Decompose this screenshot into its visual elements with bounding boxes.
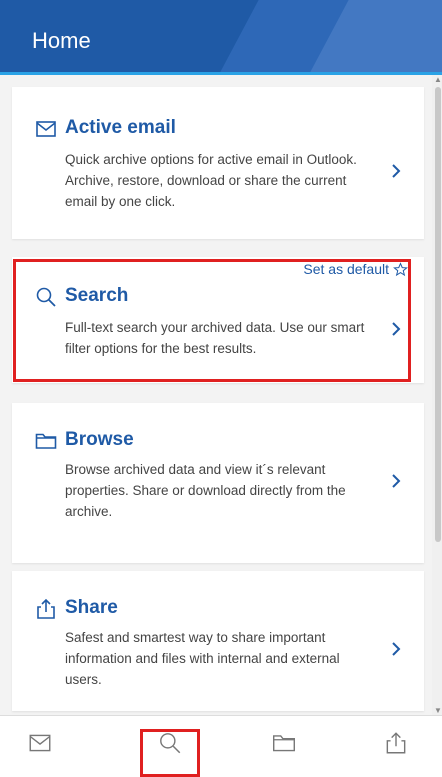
- card-description: Quick archive options for active email i…: [65, 152, 357, 209]
- envelope-icon: [29, 734, 51, 752]
- chevron-right-icon[interactable]: [388, 641, 404, 657]
- envelope-icon: [36, 121, 56, 137]
- page-title: Home: [32, 28, 91, 53]
- folder-icon: [35, 433, 57, 449]
- nav-search-highlight: [140, 729, 200, 777]
- scrollbar[interactable]: ▲ ▼: [432, 75, 442, 715]
- browse-card[interactable]: Browse Browse archived data and view it´…: [12, 403, 424, 563]
- bottom-navigation: [0, 715, 442, 777]
- card-title: Browse: [65, 429, 134, 450]
- share-card[interactable]: Share Safest and smartest way to share i…: [12, 571, 424, 711]
- folder-icon: [273, 735, 295, 752]
- chevron-right-icon[interactable]: [388, 473, 404, 489]
- home-content: Active email Quick archive options for a…: [0, 75, 432, 715]
- card-title: Share: [65, 597, 118, 618]
- nav-email-button[interactable]: [12, 730, 68, 776]
- card-description: Browse archived data and view it´s relev…: [65, 462, 346, 519]
- chevron-right-icon[interactable]: [388, 163, 404, 179]
- search-card-highlight: [13, 259, 411, 382]
- share-icon: [386, 732, 406, 754]
- app-header: Home: [0, 0, 442, 72]
- card-description: Safest and smartest way to share importa…: [65, 630, 340, 687]
- scrollbar-thumb[interactable]: [435, 87, 441, 542]
- share-icon: [37, 598, 55, 619]
- card-title: Active email: [65, 117, 176, 138]
- nav-share-button[interactable]: [368, 730, 424, 776]
- active-email-card[interactable]: Active email Quick archive options for a…: [12, 87, 424, 239]
- nav-browse-button[interactable]: [256, 730, 312, 776]
- scroll-up-icon[interactable]: ▲: [434, 75, 442, 84]
- scroll-down-icon[interactable]: ▼: [434, 706, 442, 715]
